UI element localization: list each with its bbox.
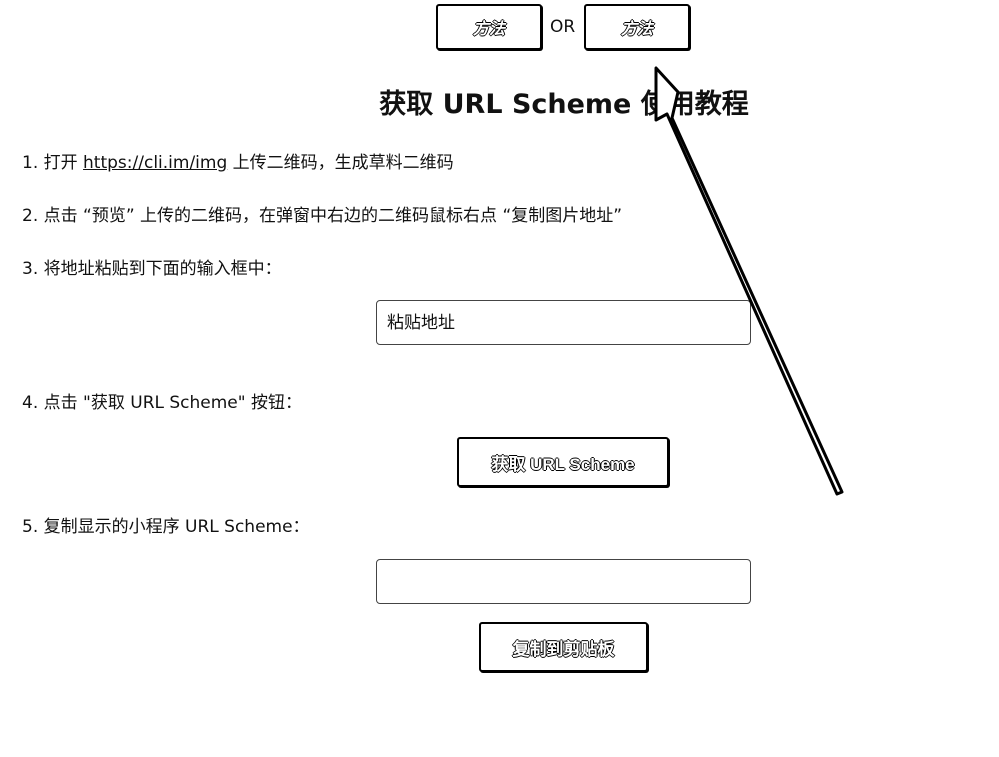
- step-1: 1. 打开 https://cli.im/img 上传二维码，生成草料二维码: [22, 148, 454, 173]
- page-title: 获取 URL Scheme 使用教程: [379, 89, 749, 120]
- method-2-button[interactable]: 方法: [584, 4, 690, 50]
- method-1-button[interactable]: 方法: [436, 4, 542, 50]
- get-url-scheme-button[interactable]: 获取 URL Scheme: [457, 437, 669, 487]
- step-5: 5. 复制显示的小程序 URL Scheme：: [22, 517, 310, 537]
- url-scheme-output[interactable]: [376, 559, 751, 604]
- step-3: 3. 将地址粘贴到下面的输入框中：: [22, 259, 282, 279]
- step-4: 4. 点击 "获取 URL Scheme" 按钮：: [22, 393, 302, 413]
- or-label: OR: [550, 17, 576, 37]
- step-2: 2. 点击 “预览” 上传的二维码，在弹窗中右边的二维码鼠标右点 “复制图片地址…: [22, 206, 623, 226]
- page: 方法 OR 方法 获取 URL Scheme 使用教程 1. 打开 https:…: [0, 0, 999, 757]
- cli-im-link[interactable]: https://cli.im/img: [83, 153, 227, 173]
- copy-to-clipboard-button[interactable]: 复制到剪贴板: [479, 622, 648, 672]
- step-1-prefix: 1. 打开: [22, 153, 84, 173]
- step-1-suffix: 上传二维码，生成草料二维码: [227, 153, 454, 173]
- url-input[interactable]: [376, 300, 751, 345]
